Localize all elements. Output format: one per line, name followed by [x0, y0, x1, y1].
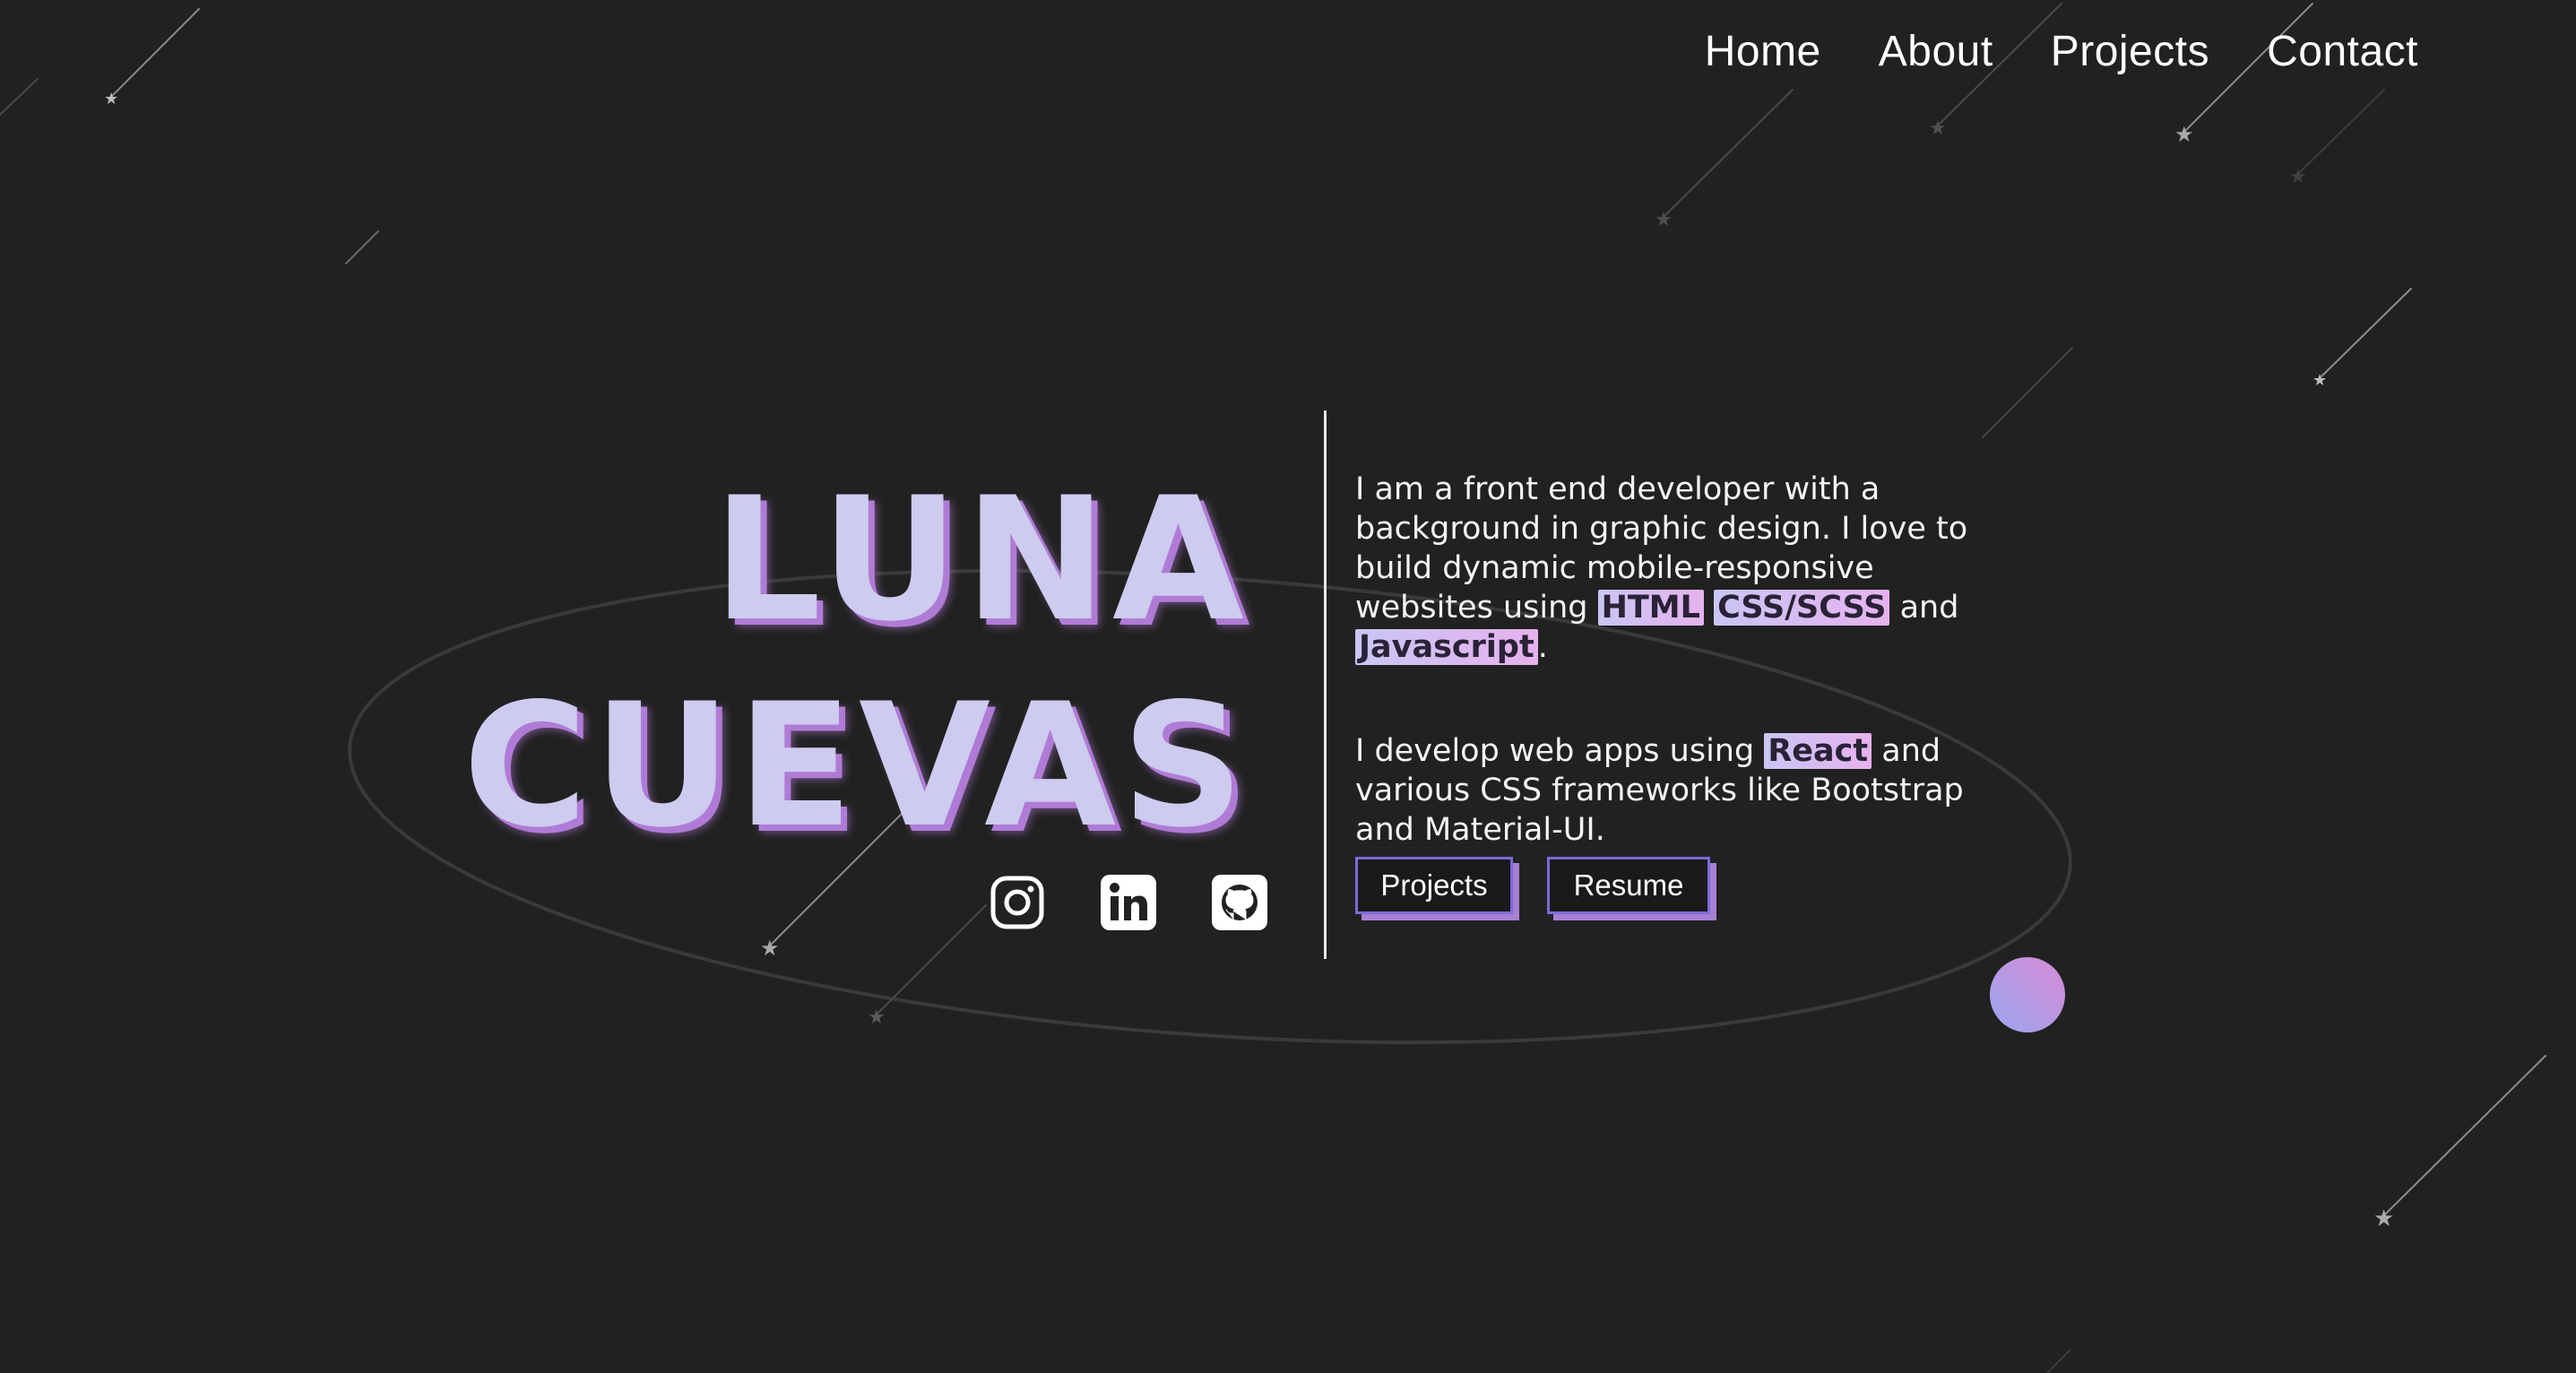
svg-text:★: ★ — [2174, 122, 2194, 147]
svg-text:★: ★ — [760, 936, 780, 961]
linkedin-icon — [1101, 875, 1156, 930]
nav-contact-link[interactable]: Contact — [2267, 27, 2418, 76]
vertical-divider — [1324, 410, 1327, 959]
skill-tag-javascript: Javascript — [1355, 629, 1538, 665]
hero-last-name: CUEVAS — [462, 667, 1249, 865]
resume-button[interactable]: Resume — [1547, 857, 1710, 914]
instagram-link[interactable] — [990, 875, 1045, 930]
page: ★ ★ ★ ★ ★ ★ ★ ★ ★ Home About Projects Co… — [0, 0, 2576, 1373]
bio-text: and — [1889, 590, 1959, 626]
hero-actions: Projects Resume — [1355, 857, 1710, 914]
github-icon — [1212, 875, 1267, 930]
svg-text:★: ★ — [104, 90, 118, 108]
bio-text: . — [1537, 629, 1548, 665]
nav-home-link[interactable]: Home — [1705, 27, 1821, 76]
skill-tag-css: CSS/SCSS — [1714, 590, 1890, 626]
social-links — [990, 875, 1267, 930]
instagram-icon — [990, 876, 1044, 929]
nav-about-link[interactable]: About — [1879, 27, 1993, 76]
space-background: ★ ★ ★ ★ ★ ★ ★ ★ ★ — [0, 3, 2546, 1373]
svg-text:★: ★ — [2312, 371, 2327, 390]
bio-paragraph-2: I develop web apps using React and vario… — [1355, 731, 2018, 850]
skill-tag-react: React — [1764, 733, 1872, 769]
nav-projects-link[interactable]: Projects — [2051, 27, 2209, 76]
linkedin-link[interactable] — [1101, 875, 1156, 930]
main-nav: Home About Projects Contact — [1705, 27, 2418, 76]
svg-text:★: ★ — [868, 1006, 886, 1029]
svg-text:★: ★ — [1929, 117, 1947, 140]
github-link[interactable] — [1212, 875, 1267, 930]
svg-text:★: ★ — [2289, 166, 2307, 188]
skill-tag-html: HTML — [1597, 590, 1704, 626]
planet-orb — [1990, 957, 2065, 1032]
hero-first-name: LUNA — [713, 461, 1249, 659]
projects-button[interactable]: Projects — [1355, 857, 1513, 914]
svg-text:★: ★ — [1655, 209, 1673, 231]
bio: I am a front end developer with a backgr… — [1355, 470, 2018, 850]
shooting-stars: ★ ★ ★ ★ ★ ★ ★ ★ ★ — [0, 3, 2546, 1373]
bio-text: I develop web apps using — [1355, 733, 1765, 769]
svg-text:★: ★ — [2373, 1205, 2394, 1232]
bio-paragraph-1: I am a front end developer with a backgr… — [1355, 470, 2018, 667]
